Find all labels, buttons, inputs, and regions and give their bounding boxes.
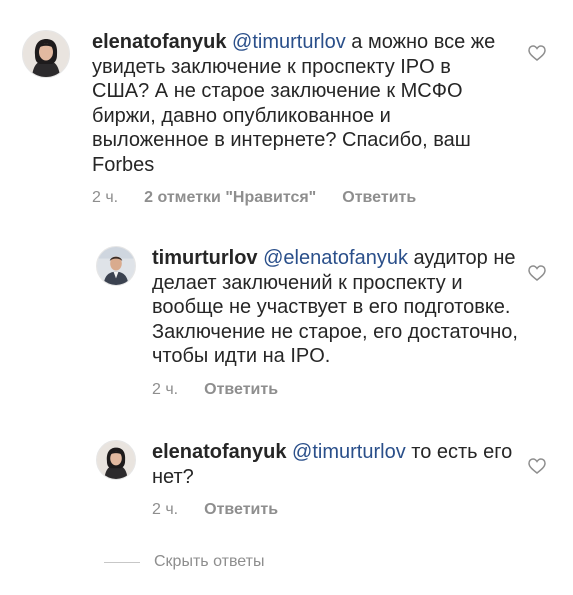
comment-username[interactable]: timurturlov <box>152 247 258 269</box>
heart-outline-icon[interactable] <box>528 265 546 281</box>
reply-button[interactable]: Ответить <box>342 189 416 207</box>
comment-text: elenatofanyuk @timurturlov а можно все ж… <box>92 30 512 177</box>
comment-time: 2 ч. <box>152 501 179 518</box>
comment-2: timurturlov @elenatofanyuk аудитор не де… <box>96 246 532 399</box>
comment-username[interactable]: elenatofanyuk <box>152 441 286 463</box>
comment-meta: 2 ч. Ответить <box>152 501 532 519</box>
comment-likes-count[interactable]: 2 отметки "Нравится" <box>144 189 316 207</box>
comment-time: 2 ч. <box>152 380 179 398</box>
male-avatar-icon <box>97 247 135 285</box>
avatar-timurturlov[interactable] <box>96 246 136 286</box>
hide-replies-button[interactable]: Скрыть ответы <box>104 553 264 571</box>
heart-outline-icon[interactable] <box>528 45 546 61</box>
comment-3: elenatofanyuk @timurturlov то есть его н… <box>96 440 532 519</box>
comment-mention[interactable]: @elenatofanyuk <box>263 247 408 269</box>
divider-line <box>104 561 140 563</box>
comment-meta: 2 ч. 2 отметки "Нравится" Ответить <box>92 189 512 207</box>
avatar-elenatofanyuk[interactable] <box>96 440 136 480</box>
comment-mention[interactable]: @timurturlov <box>232 31 346 53</box>
comment-1: elenatofanyuk @timurturlov а можно все ж… <box>22 30 512 207</box>
female-avatar-icon <box>23 31 69 77</box>
heart-outline-icon[interactable] <box>528 458 546 474</box>
reply-button[interactable]: Ответить <box>204 501 278 519</box>
comment-username[interactable]: elenatofanyuk <box>92 31 226 53</box>
comment-text: elenatofanyuk @timurturlov то есть его н… <box>152 440 532 489</box>
comment-time: 2 ч. <box>92 189 119 206</box>
female-avatar-icon <box>97 441 135 479</box>
hide-replies-label: Скрыть ответы <box>154 553 265 570</box>
avatar-elenatofanyuk[interactable] <box>22 30 70 78</box>
comment-meta: 2 ч. Ответить <box>152 381 532 399</box>
comment-mention[interactable]: @timurturlov <box>292 441 406 463</box>
reply-button[interactable]: Ответить <box>204 381 278 399</box>
comment-text: timurturlov @elenatofanyuk аудитор не де… <box>152 246 532 369</box>
